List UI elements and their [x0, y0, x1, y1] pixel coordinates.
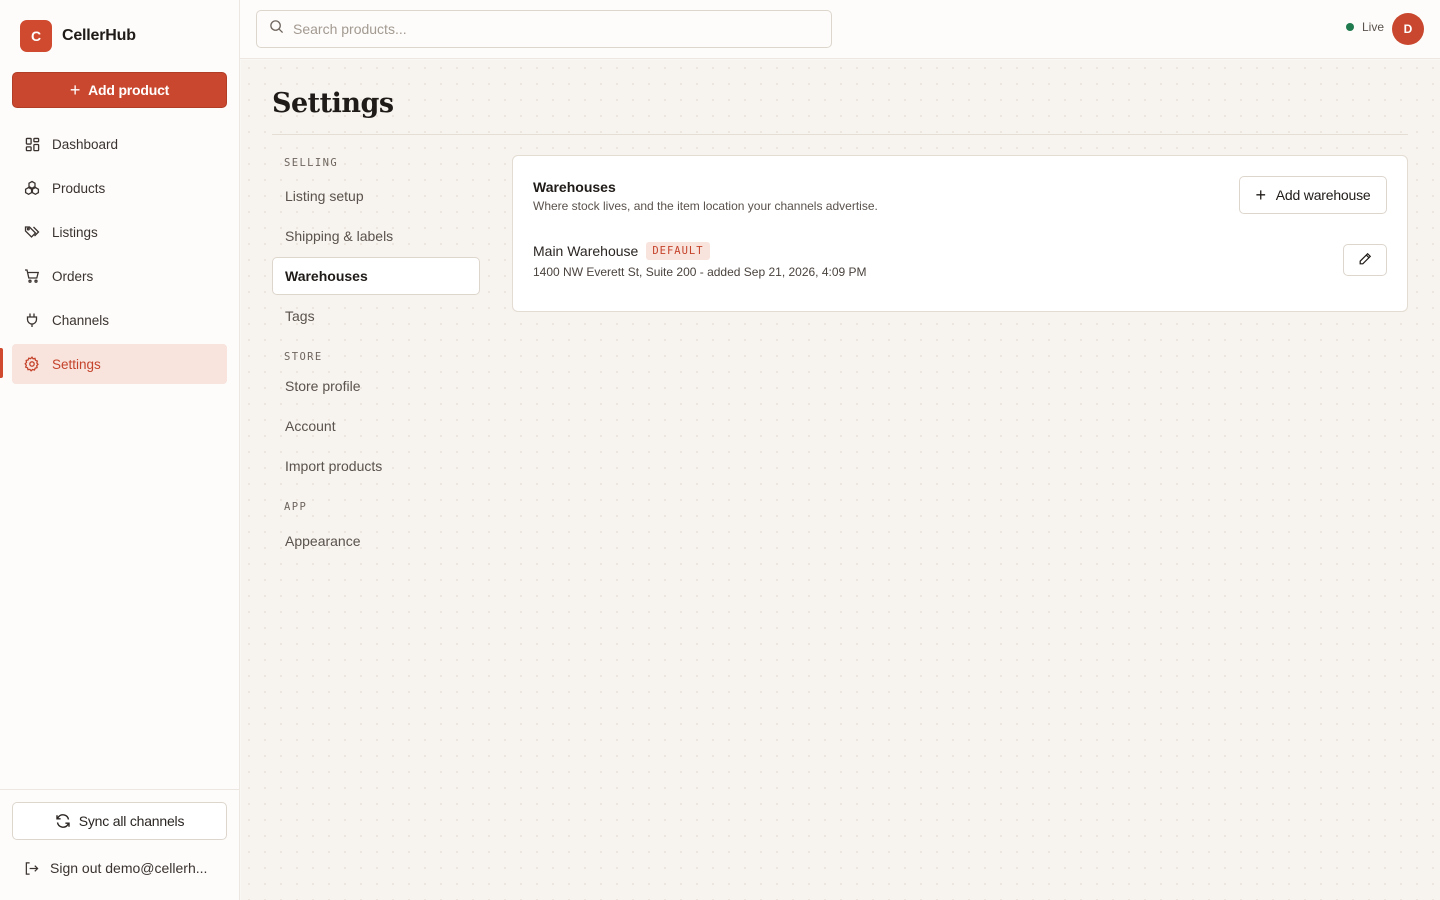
settings-item-shipping-labels[interactable]: Shipping & labels: [272, 217, 480, 255]
settings-item-account[interactable]: Account: [272, 407, 480, 445]
sidebar-item-orders[interactable]: Orders: [12, 256, 227, 296]
sidebar-item-dashboard[interactable]: Dashboard: [12, 124, 227, 164]
settings-item-tags[interactable]: Tags: [272, 297, 480, 335]
tag-icon: [24, 224, 40, 240]
settings-nav: SELLING Listing setup Shipping & labels …: [272, 155, 480, 560]
sidebar-item-label: Orders: [52, 268, 94, 284]
edit-warehouse-button[interactable]: [1343, 244, 1387, 276]
status-indicator: Live: [1346, 20, 1384, 34]
topbar: Live D: [240, 0, 1440, 59]
sign-out-label: Sign out demo@cellerh...: [50, 860, 208, 876]
sidebar-item-settings[interactable]: Settings: [12, 344, 227, 384]
brand[interactable]: C CellerHub: [20, 20, 136, 52]
gear-icon: [24, 356, 40, 372]
pencil-icon: [1358, 252, 1372, 269]
plus-icon: +: [1255, 185, 1266, 205]
add-product-button[interactable]: + Add product: [12, 72, 227, 108]
card-subtitle: Where stock lives, and the item location…: [533, 199, 878, 213]
warehouse-name: Main Warehouse: [533, 243, 639, 259]
settings-item-listing-setup[interactable]: Listing setup: [272, 177, 480, 215]
warehouse-meta: 1400 NW Everett St, Suite 200 - added Se…: [533, 265, 867, 279]
sidebar: C CellerHub + Add product Dashboard Prod…: [0, 0, 240, 900]
cart-icon: [24, 268, 40, 284]
sidebar-item-label: Channels: [52, 312, 110, 328]
products-icon: [24, 180, 40, 196]
sidebar-item-label: Settings: [52, 356, 101, 372]
divider: [0, 789, 240, 790]
settings-item-store-profile[interactable]: Store profile: [272, 367, 480, 405]
brand-name: CellerHub: [62, 27, 136, 44]
plus-icon: +: [69, 80, 81, 100]
search-box[interactable]: [256, 10, 832, 48]
warehouse-row: Main Warehouse DEFAULT: [533, 242, 710, 260]
settings-item-import-products[interactable]: Import products: [272, 447, 480, 485]
refresh-icon: [55, 813, 71, 829]
status-label: Live: [1362, 20, 1385, 34]
settings-group-store: STORE: [284, 351, 323, 363]
sidebar-item-products[interactable]: Products: [12, 168, 227, 208]
dashboard-icon: [24, 136, 40, 152]
main-content: Settings SELLING Listing setup Shipping …: [241, 60, 1440, 900]
settings-group-app: APP: [284, 501, 308, 513]
avatar[interactable]: D: [1392, 13, 1424, 45]
card-title: Warehouses: [533, 179, 616, 195]
settings-item-appearance[interactable]: Appearance: [272, 522, 480, 560]
sync-all-channels-button[interactable]: Sync all channels: [12, 802, 227, 840]
default-badge: DEFAULT: [646, 242, 710, 260]
page-title: Settings: [272, 88, 394, 119]
brand-logo: C: [20, 20, 52, 52]
sign-out-link[interactable]: Sign out demo@cellerh...: [24, 860, 207, 876]
sign-out-icon: [24, 861, 39, 876]
settings-group-selling: SELLING: [284, 157, 339, 169]
search-icon: [269, 19, 284, 39]
search-input[interactable]: [293, 21, 813, 37]
status-dot: [1346, 23, 1354, 31]
sync-label: Sync all channels: [78, 813, 185, 829]
plug-icon: [24, 312, 40, 328]
add-product-label: Add product: [88, 82, 170, 98]
sidebar-nav: Dashboard Products Listings Orders Chann…: [12, 124, 227, 388]
sidebar-item-label: Dashboard: [52, 136, 119, 152]
sidebar-item-channels[interactable]: Channels: [12, 300, 227, 340]
active-indicator: [0, 348, 3, 378]
add-warehouse-button[interactable]: + Add warehouse: [1239, 176, 1387, 214]
settings-item-warehouses[interactable]: Warehouses: [272, 257, 480, 295]
sidebar-item-label: Listings: [52, 224, 98, 240]
sidebar-item-listings[interactable]: Listings: [12, 212, 227, 252]
warehouses-card: Warehouses Where stock lives, and the it…: [512, 155, 1408, 312]
divider: [272, 134, 1408, 135]
sidebar-item-label: Products: [52, 180, 106, 196]
add-warehouse-label: Add warehouse: [1275, 187, 1371, 203]
